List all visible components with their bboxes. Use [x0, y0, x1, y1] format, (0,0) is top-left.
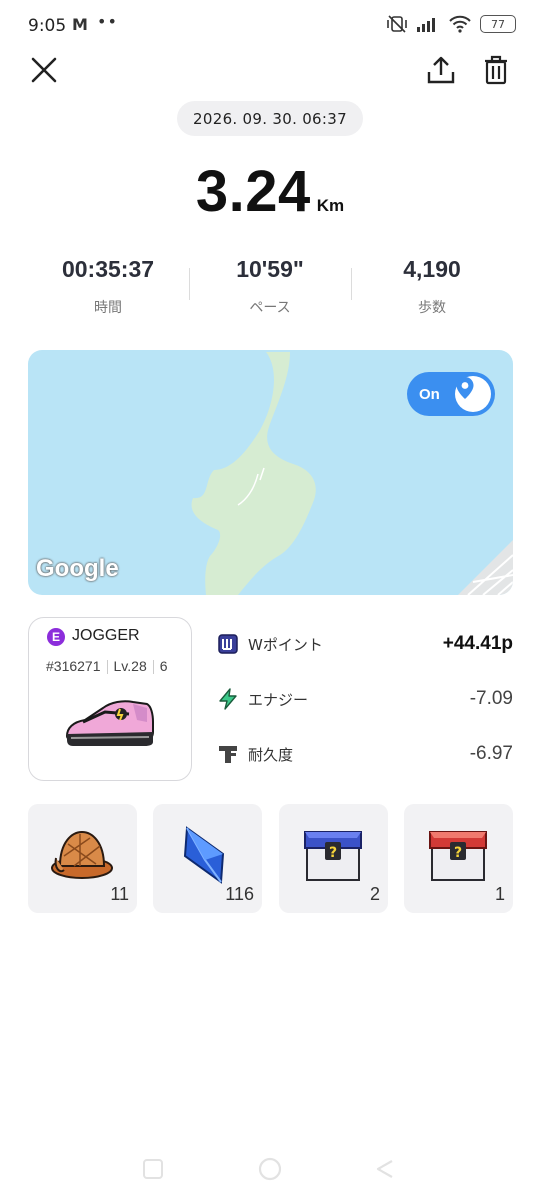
map-attribution: Google	[36, 555, 119, 582]
stat-time-label: 時間	[94, 300, 122, 316]
sneaker-image	[65, 700, 154, 746]
sneaker-meta: #316271 Lv.28 6	[46, 658, 168, 675]
reward-label: Wポイント	[248, 635, 323, 654]
item-detective-hat[interactable]: 11	[28, 804, 137, 913]
trash-icon	[485, 55, 507, 85]
blue-mystery-box-icon: ?	[304, 831, 362, 881]
reward-label: エナジー	[248, 690, 309, 709]
reward-value: -6.97	[469, 743, 513, 764]
recent-apps-icon[interactable]	[142, 1158, 164, 1180]
stat-time: 00:35:37 時間	[28, 256, 188, 317]
stat-steps-label: 歩数	[418, 300, 446, 316]
close-icon	[31, 57, 57, 83]
svg-text:?: ?	[329, 845, 337, 861]
durability-icon	[216, 742, 240, 766]
wpoint-icon	[216, 632, 240, 656]
reward-wpoint: Wポイント +44.41p	[216, 629, 513, 659]
location-pin-icon	[455, 376, 491, 412]
distance-display: 3.24 Km	[0, 158, 540, 225]
item-blue-mystery-box[interactable]: ? 2	[279, 804, 388, 913]
more-notifications-icon: ••	[97, 12, 118, 31]
share-button[interactable]	[421, 50, 461, 90]
stat-pace-label: ペース	[249, 300, 291, 316]
item-count: 2	[369, 884, 380, 904]
stat-pace-value: 10'59"	[236, 256, 304, 282]
status-icons: 77	[386, 14, 516, 34]
wifi-icon	[449, 15, 471, 33]
sneaker-level: Lv.28	[113, 658, 147, 674]
red-mystery-box-icon: ?	[429, 831, 487, 881]
blue-gem-icon	[183, 826, 225, 884]
signal-icon	[417, 18, 435, 32]
distance-value: 3.24	[195, 159, 311, 224]
sneaker-type: JOGGER	[72, 627, 140, 644]
sneaker-extra-icon: 6	[159, 658, 168, 674]
reward-label: 耐久度	[248, 745, 294, 764]
battery-icon: 77	[480, 15, 516, 33]
reward-energy: エナジー -7.09	[216, 684, 513, 714]
back-icon[interactable]	[374, 1158, 396, 1180]
vibrate-off-icon	[387, 15, 407, 33]
energy-icon	[216, 687, 240, 711]
sneaker-id: #316271	[46, 658, 101, 674]
detective-hat-icon	[51, 830, 113, 879]
item-red-mystery-box[interactable]: ? 1	[404, 804, 513, 913]
home-icon[interactable]	[257, 1156, 283, 1182]
item-count: 1	[494, 884, 505, 904]
location-toggle-label: On	[419, 385, 440, 403]
sneaker-type-badge: E	[47, 628, 65, 646]
system-nav-bar	[0, 1150, 540, 1190]
record-datetime: 2026. 09. 30. 06:37	[177, 101, 363, 136]
item-blue-gem[interactable]: 116	[153, 804, 262, 913]
reward-value: -7.09	[469, 688, 513, 709]
svg-text:?: ?	[454, 845, 462, 861]
stat-time-value: 00:35:37	[61, 256, 155, 282]
reward-durability: 耐久度 -6.97	[216, 739, 513, 769]
stat-steps-value: 4,190	[403, 256, 461, 282]
sneaker-card[interactable]: E JOGGER #316271 Lv.28 6	[28, 617, 192, 781]
close-button[interactable]	[24, 50, 64, 90]
item-count: 116	[225, 884, 254, 904]
mail-icon: M	[72, 15, 88, 34]
status-time: 9:05	[28, 16, 67, 36]
delete-button[interactable]	[476, 50, 516, 90]
item-count: 11	[110, 884, 129, 904]
location-toggle[interactable]: On	[407, 372, 495, 416]
reward-value: +44.41p	[442, 633, 513, 654]
stat-pace: 10'59" ペース	[190, 256, 350, 317]
distance-unit: Km	[316, 196, 345, 215]
status-bar: 9:05 M •• 77	[0, 0, 540, 52]
route-map[interactable]: On Google	[28, 350, 513, 595]
share-icon	[427, 56, 455, 84]
stat-steps: 4,190 歩数	[352, 256, 512, 317]
